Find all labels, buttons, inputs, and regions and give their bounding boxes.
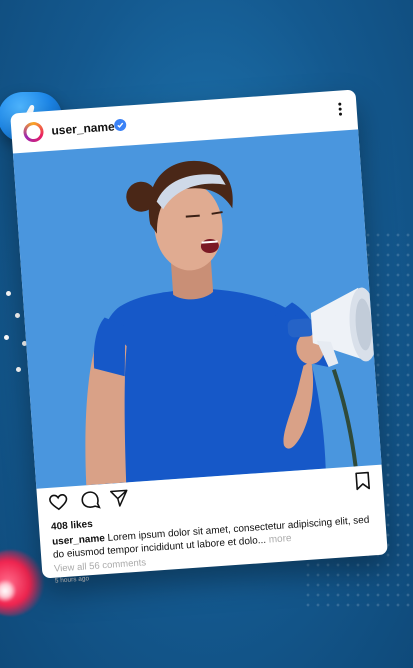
post-timestamp: 5 hours ago: [54, 575, 90, 585]
more-vertical-icon[interactable]: [334, 100, 345, 121]
comment-icon[interactable]: [80, 489, 102, 515]
post-caption: user_name Lorem ipsum dolor sit amet, co…: [52, 513, 375, 561]
heart-icon: [0, 550, 44, 616]
post-username[interactable]: user_name: [51, 119, 115, 137]
avatar[interactable]: [22, 121, 45, 143]
ad-background: user_name 408 likes user_name Lorem ipsu…: [0, 0, 413, 668]
instagram-post-card: user_name 408 likes user_name Lorem ipsu…: [10, 89, 388, 585]
caption-username[interactable]: user_name: [52, 533, 105, 548]
send-icon[interactable]: [109, 487, 131, 513]
woman-with-megaphone-illustration: [85, 160, 378, 486]
caption-more-link[interactable]: more: [266, 533, 292, 546]
bookmark-icon[interactable]: [354, 470, 372, 496]
verified-check-icon: [113, 118, 127, 132]
likes-count[interactable]: 408 likes: [51, 519, 93, 533]
heart-outline-icon[interactable]: [48, 493, 70, 517]
post-image: [12, 129, 382, 489]
